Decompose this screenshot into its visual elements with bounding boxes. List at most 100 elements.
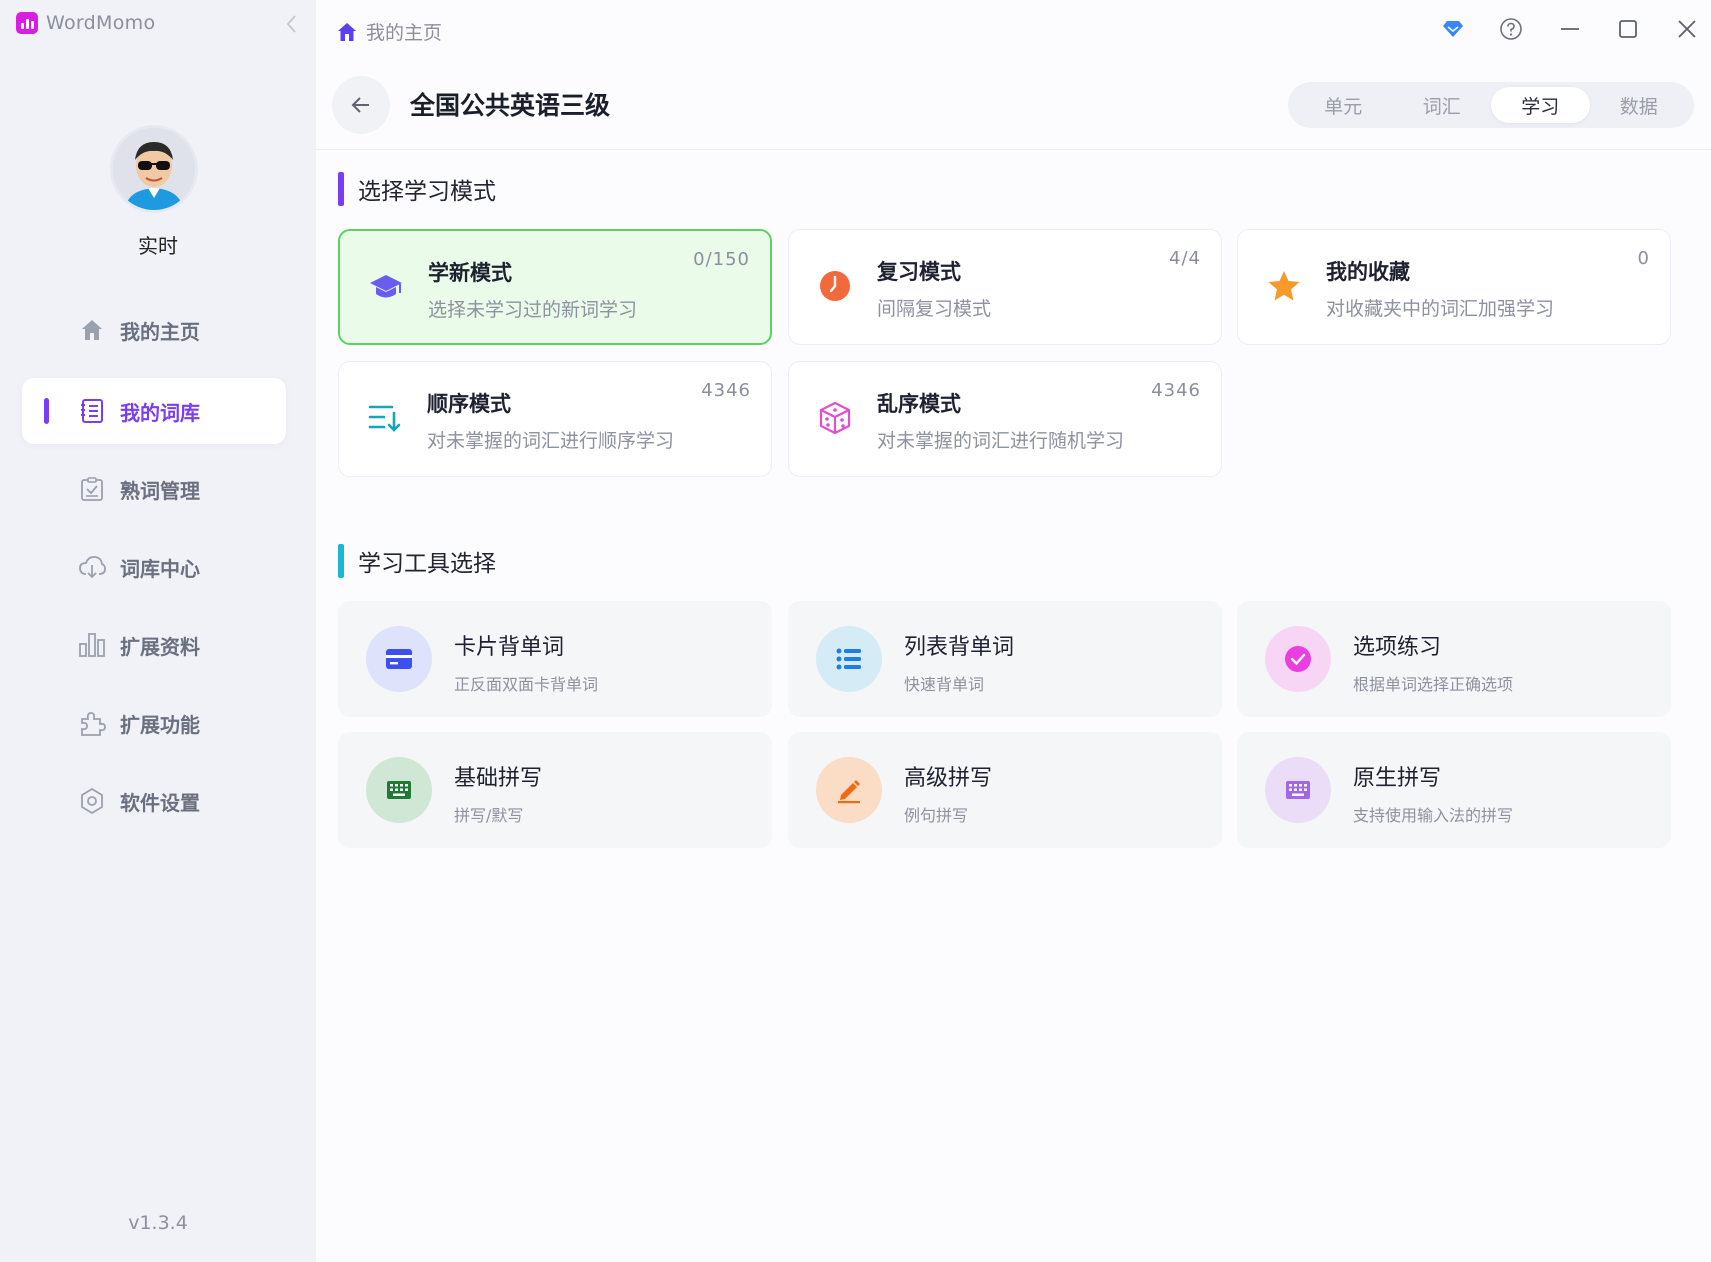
minimize-button[interactable] — [1555, 14, 1585, 44]
vip-diamond-icon — [1443, 21, 1463, 37]
app-logo-icon — [16, 12, 38, 34]
ime-keyboard-icon — [1265, 757, 1331, 823]
tool-title: 基础拼写 — [454, 766, 543, 791]
avatar[interactable] — [110, 125, 198, 213]
tool-card-basic-spelling[interactable]: 基础拼写 拼写/默写 — [338, 732, 772, 848]
mode-count: 4/4 — [1169, 248, 1201, 269]
app-version: v1.3.4 — [128, 1212, 188, 1234]
tool-desc: 例句拼写 — [904, 806, 969, 825]
section-title-modes: 选择学习模式 — [338, 172, 496, 206]
sidebar-item-label: 我的词库 — [120, 400, 200, 425]
tab-units[interactable]: 单元 — [1294, 87, 1393, 123]
collapse-sidebar-button[interactable] — [282, 12, 302, 36]
tool-card-list[interactable]: 列表背单词 快速背单词 — [788, 601, 1222, 717]
mode-count: 0 — [1637, 248, 1650, 269]
check-circle-icon — [1265, 626, 1331, 692]
mode-title: 乱序模式 — [877, 392, 961, 416]
sidebar: WordMomo 实时 我的主页 我的词库 熟词管理 词库中心 扩展资料 扩展功… — [0, 0, 316, 1262]
page-title: 全国公共英语三级 — [410, 91, 611, 120]
sidebar-item-known-words[interactable]: 熟词管理 — [22, 456, 286, 522]
bar-chart-icon — [78, 631, 106, 659]
tab-study[interactable]: 学习 — [1491, 87, 1590, 123]
help-icon — [1500, 18, 1522, 40]
tool-desc: 根据单词选择正确选项 — [1353, 675, 1514, 694]
list-icon — [816, 626, 882, 692]
section-accent-bar — [338, 544, 344, 578]
brand: WordMomo — [16, 12, 155, 34]
mode-count: 4346 — [1151, 380, 1201, 401]
chevron-left-icon — [286, 15, 296, 33]
settings-hex-icon — [78, 787, 106, 815]
mode-desc: 选择未学习过的新词学习 — [428, 299, 638, 321]
tool-card-options[interactable]: 选项练习 根据单词选择正确选项 — [1237, 601, 1671, 717]
maximize-button[interactable] — [1613, 14, 1643, 44]
back-button[interactable] — [332, 76, 390, 134]
active-indicator — [44, 398, 49, 424]
minimize-icon — [1561, 28, 1579, 30]
section-title-text: 学习工具选择 — [358, 551, 496, 577]
section-title-text: 选择学习模式 — [358, 179, 496, 205]
book-list-icon — [78, 397, 106, 425]
tab-data[interactable]: 数据 — [1590, 87, 1689, 123]
avatar-image — [113, 128, 195, 210]
sidebar-item-extended-materials[interactable]: 扩展资料 — [22, 612, 286, 678]
card-icon — [366, 626, 432, 692]
sidebar-item-label: 词库中心 — [120, 556, 200, 581]
sort-order-icon — [367, 400, 403, 436]
tool-desc: 快速背单词 — [904, 675, 985, 694]
section-title-tools: 学习工具选择 — [338, 544, 496, 578]
sidebar-item-label: 扩展功能 — [120, 712, 200, 737]
home-icon — [338, 22, 356, 41]
sidebar-item-label: 软件设置 — [120, 790, 200, 815]
tool-desc: 正反面双面卡背单词 — [454, 675, 599, 694]
section-accent-bar — [338, 172, 344, 206]
graduation-cap-icon — [368, 269, 404, 305]
tool-card-flashcards[interactable]: 卡片背单词 正反面双面卡背单词 — [338, 601, 772, 717]
app-name: WordMomo — [46, 12, 156, 34]
tool-title: 选项练习 — [1353, 635, 1442, 660]
clock-icon — [817, 268, 853, 304]
sidebar-item-extended-features[interactable]: 扩展功能 — [22, 690, 286, 756]
sidebar-item-my-library[interactable]: 我的词库 — [22, 378, 286, 444]
tool-desc: 支持使用输入法的拼写 — [1353, 806, 1514, 825]
mode-desc: 对未掌握的词汇进行顺序学习 — [427, 430, 675, 452]
maximize-icon — [1619, 20, 1637, 38]
mode-title: 学新模式 — [428, 261, 512, 285]
mode-count: 4346 — [701, 380, 751, 401]
tool-title: 高级拼写 — [904, 766, 993, 791]
mode-card-review[interactable]: 复习模式 间隔复习模式 4/4 — [788, 229, 1222, 345]
tool-title: 列表背单词 — [904, 635, 1015, 660]
mode-card-sequential[interactable]: 顺序模式 对未掌握的词汇进行顺序学习 4346 — [338, 361, 772, 477]
mode-desc: 间隔复习模式 — [877, 298, 992, 320]
close-icon — [1678, 20, 1696, 38]
mode-desc: 对未掌握的词汇进行随机学习 — [877, 430, 1125, 452]
mode-desc: 对收藏夹中的词汇加强学习 — [1326, 298, 1555, 320]
arrow-left-icon — [351, 97, 369, 113]
close-button[interactable] — [1672, 14, 1702, 44]
vip-button[interactable] — [1438, 14, 1468, 44]
puzzle-icon — [78, 709, 106, 737]
sidebar-item-label: 扩展资料 — [120, 634, 200, 659]
tool-card-advanced-spelling[interactable]: 高级拼写 例句拼写 — [788, 732, 1222, 848]
mode-card-random[interactable]: 乱序模式 对未掌握的词汇进行随机学习 4346 — [788, 361, 1222, 477]
cloud-download-icon — [78, 553, 106, 581]
clipboard-check-icon — [78, 475, 106, 503]
sidebar-item-label: 熟词管理 — [120, 478, 200, 503]
help-button[interactable] — [1496, 14, 1526, 44]
tool-title: 卡片背单词 — [454, 635, 565, 660]
mode-card-new[interactable]: 学新模式 选择未学习过的新词学习 0/150 — [338, 229, 772, 345]
mode-card-favorites[interactable]: 我的收藏 对收藏夹中的词汇加强学习 0 — [1237, 229, 1671, 345]
breadcrumb[interactable]: 我的主页 — [336, 18, 442, 45]
tool-title: 原生拼写 — [1353, 766, 1442, 791]
mode-title: 顺序模式 — [427, 392, 511, 416]
user-name: 实时 — [138, 234, 178, 258]
sidebar-item-settings[interactable]: 软件设置 — [22, 768, 286, 834]
mode-count: 0/150 — [693, 249, 750, 270]
sidebar-item-library-center[interactable]: 词库中心 — [22, 534, 286, 600]
tool-desc: 拼写/默写 — [454, 806, 524, 825]
home-icon — [78, 316, 106, 344]
tab-vocabulary[interactable]: 词汇 — [1393, 87, 1492, 123]
mode-title: 我的收藏 — [1326, 260, 1410, 284]
tool-card-native-spelling[interactable]: 原生拼写 支持使用输入法的拼写 — [1237, 732, 1671, 848]
sidebar-item-home[interactable]: 我的主页 — [22, 297, 286, 363]
